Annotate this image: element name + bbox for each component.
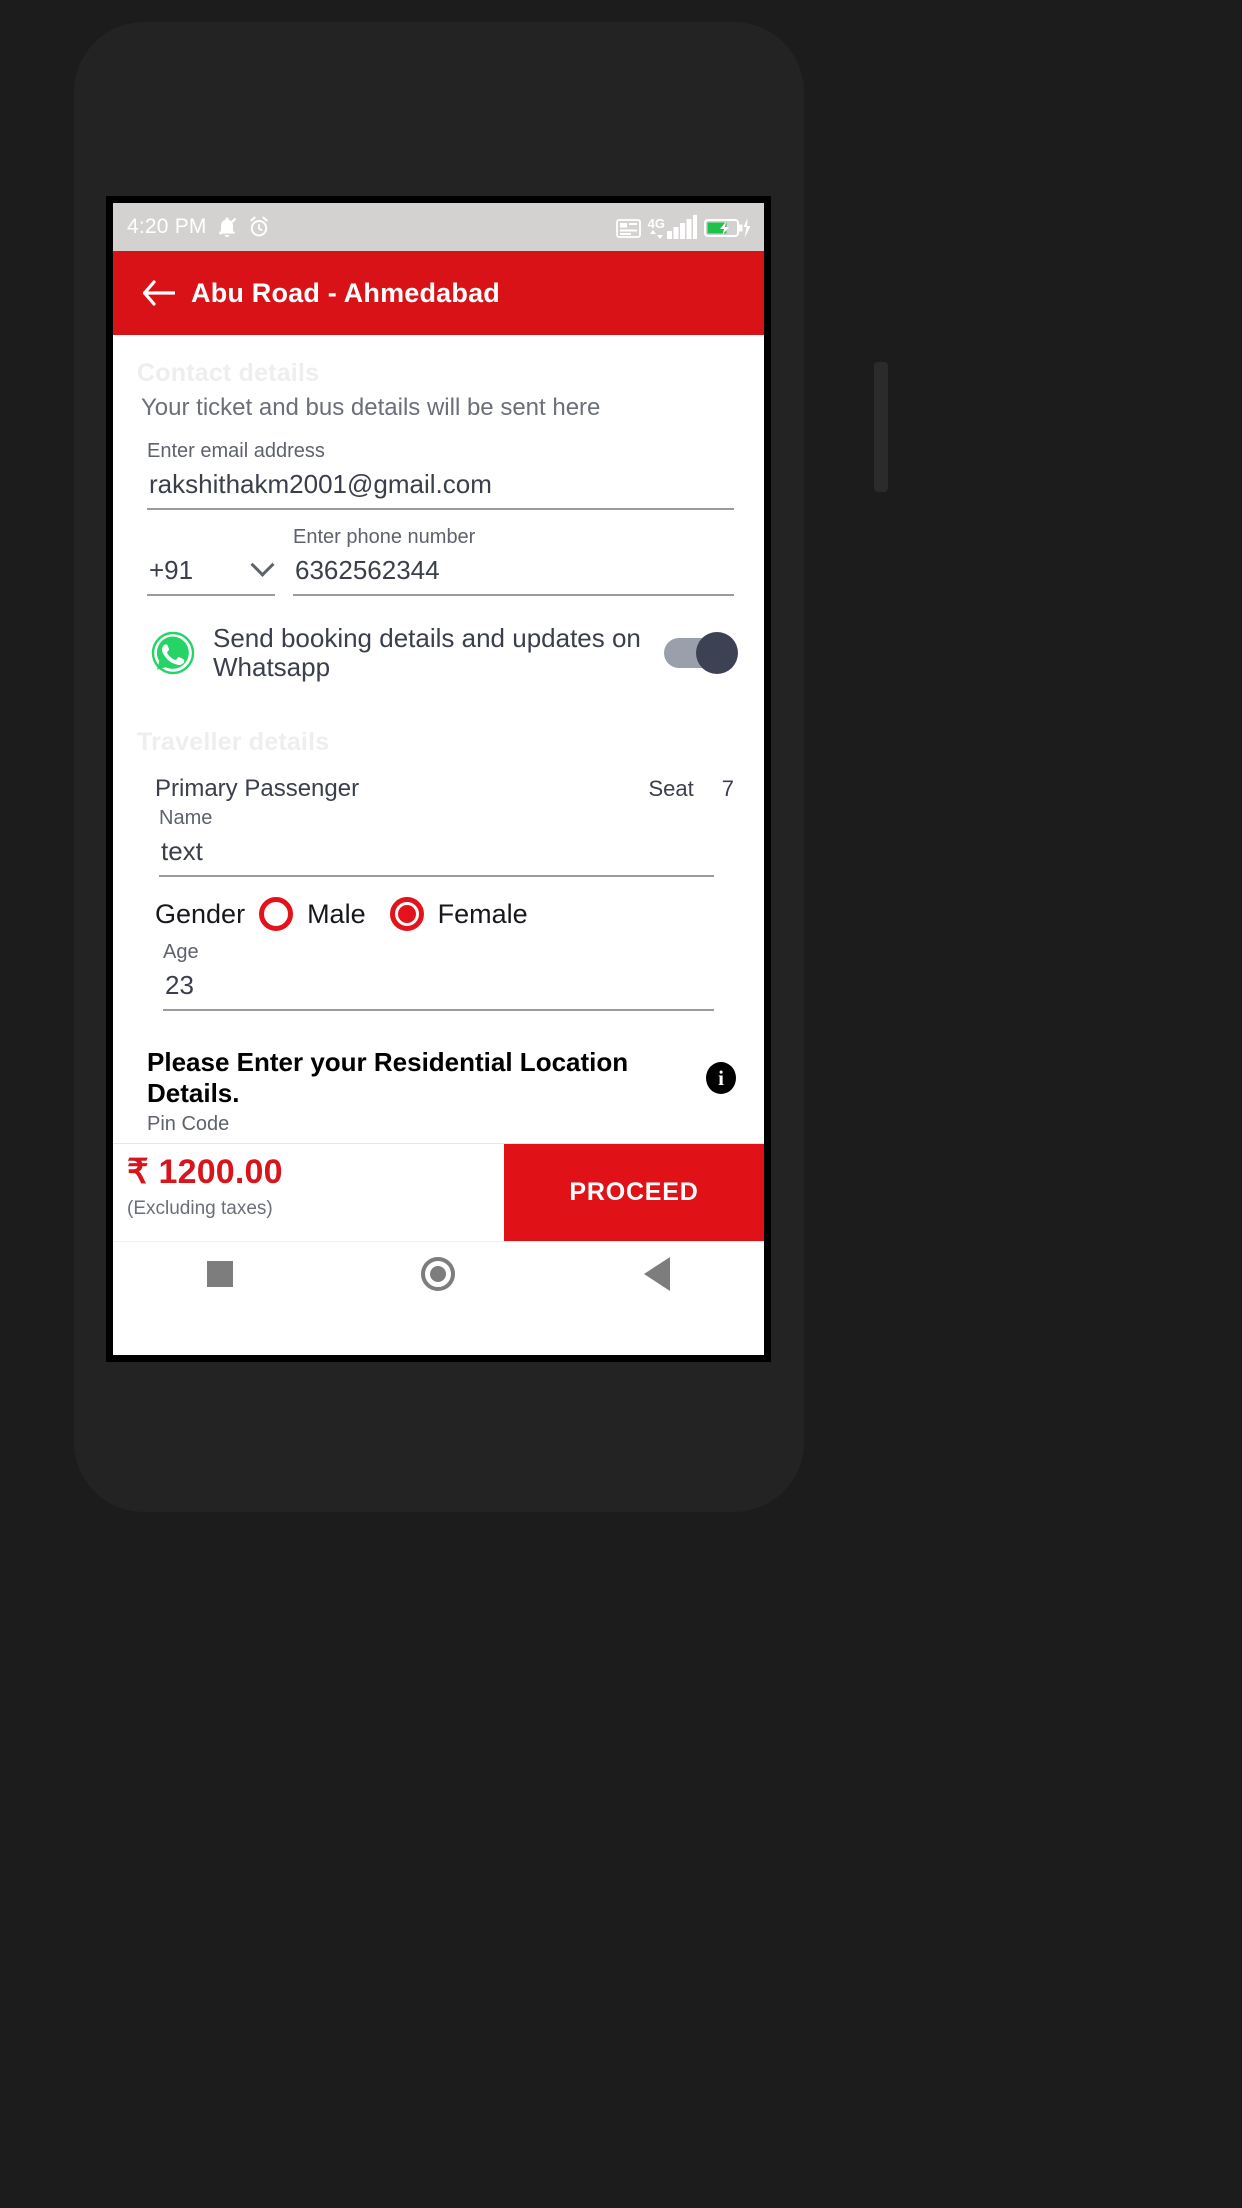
phone-label: Enter phone number [293,526,476,548]
traveller-section-title: Traveller details [137,728,330,757]
phone-row: +91 Enter phone number 6362562344 [137,516,740,596]
age-value[interactable]: 23 [163,966,714,1012]
toggle-knob [696,632,738,675]
page-title: Abu Road - Ahmedabad [191,277,501,308]
residential-heading-row: Please Enter your Residential Location D… [137,1017,740,1113]
status-bar-clock: 4:20 PM [127,215,207,238]
phone-screen: 4:20 PM 4G Abu Road - Ahmedabad Contact … [106,196,771,1362]
proceed-button[interactable]: PROCEED [504,1144,764,1241]
android-nav-bar [113,1241,764,1305]
status-bar-right: 4G [615,215,750,239]
email-field[interactable]: Enter email address rakshithakm2001@gmai… [137,440,740,510]
phone-value[interactable]: 6362562344 [293,551,734,596]
gender-option-male-label[interactable]: Male [307,899,366,930]
signal-bars-icon [667,215,697,239]
price-note: (Excluding taxes) [127,1198,273,1219]
network-type-label: 4G [647,216,665,231]
price-footer: ₹ 1200.00 (Excluding taxes) PROCEED [113,1143,764,1241]
screenshot-stage: 4:20 PM 4G Abu Road - Ahmedabad Contact … [0,0,1242,2208]
whatsapp-opt-in-row[interactable]: Send booking details and updates on What… [137,596,740,682]
whatsapp-toggle[interactable] [664,632,738,675]
gender-label: Gender [155,898,246,929]
residential-heading: Please Enter your Residential Location D… [147,1047,629,1109]
phone-field[interactable]: Enter phone number 6362562344 [293,526,734,596]
chevron-down-icon [250,552,275,577]
age-label: Age [163,941,199,964]
contact-section-title: Contact details [137,359,320,387]
total-price: ₹ 1200.00 [127,1153,283,1191]
gender-radio-male[interactable] [259,897,294,932]
gender-option-female-label[interactable]: Female [438,899,528,930]
name-field[interactable]: Name text [137,807,740,878]
whatsapp-icon [151,631,195,675]
square-recents-icon[interactable] [207,1260,234,1287]
gender-radio-female[interactable] [389,897,424,932]
alarm-icon [250,216,268,237]
circle-home-icon[interactable] [421,1256,456,1291]
primary-passenger-label: Primary Passenger [155,775,360,803]
sim-card-icon [615,219,641,238]
data-arrows-icon [649,230,663,239]
status-bar-left: 4:20 PM [127,215,271,239]
back-arrow-icon[interactable] [141,280,175,306]
info-icon[interactable]: i [706,1062,736,1095]
power-button[interactable] [874,362,888,492]
contact-subtitle: Your ticket and bus details will be sent… [141,394,601,421]
name-label: Name [159,807,213,830]
name-value[interactable]: text [159,832,714,878]
whatsapp-label: Send booking details and updates on What… [213,623,641,683]
seat-label: Seat [648,776,694,802]
status-bar: 4:20 PM 4G [113,203,764,251]
email-label: Enter email address [147,440,325,462]
age-field[interactable]: Age 23 [137,941,740,1012]
battery-charging-icon [704,218,750,238]
gender-group: Gender Male Female [137,883,740,932]
pin-code-label: Pin Code [147,1113,230,1136]
seat-info: Seat 7 [648,776,734,802]
booking-form: Contact details Your ticket and bus deta… [113,335,764,1241]
seat-number: 7 [721,776,734,802]
price-summary: ₹ 1200.00 (Excluding taxes) [113,1144,504,1241]
country-code-value: +91 [149,555,194,585]
triangle-back-icon[interactable] [643,1256,670,1291]
app-bar: Abu Road - Ahmedabad [113,251,764,335]
mute-bell-icon [218,217,236,237]
country-code-select[interactable]: +91 [147,551,275,596]
passenger-header: Primary Passenger Seat 7 [137,757,740,803]
email-value[interactable]: rakshithakm2001@gmail.com [147,465,734,510]
